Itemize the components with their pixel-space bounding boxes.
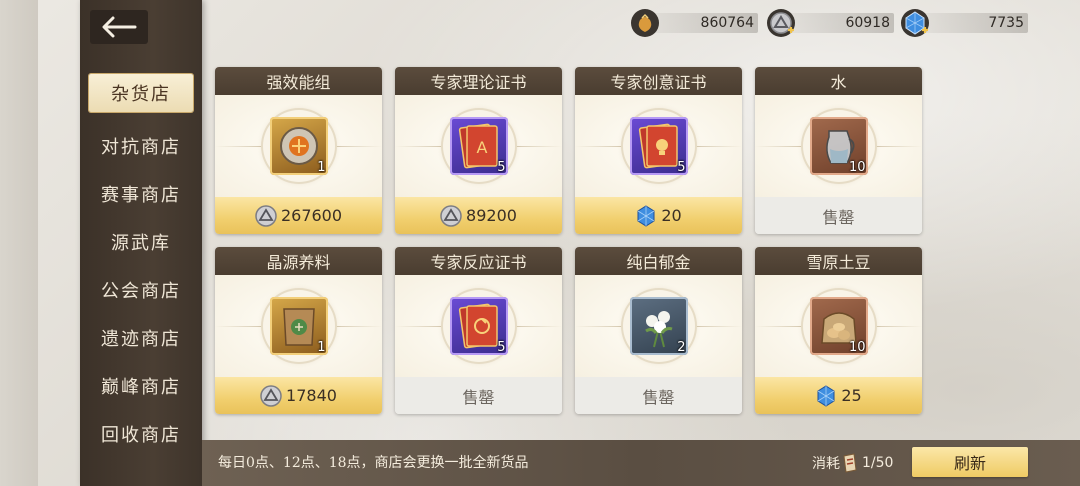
sold-out-tag: 售罄 [395,377,562,414]
currency-gold-value: 860764 [700,15,754,31]
shop-item-card[interactable]: 雪原土豆 10 25 [755,247,922,414]
item-name: 雪原土豆 [755,247,922,275]
item-name: 纯白郁金 [575,247,742,275]
back-button[interactable] [90,10,148,44]
item-name: 晶源养料 [215,247,382,275]
currency-crystal[interactable]: 7735 [901,9,1028,37]
price-tag: 267600 [215,197,382,234]
currency-silver[interactable]: 60918 [767,9,894,37]
potato-sack-icon: 10 [809,297,868,355]
item-price: 25 [841,386,862,405]
nav-item-peak[interactable]: 巅峰商店 [80,362,202,410]
nav-item-versus[interactable]: 对抗商店 [80,122,202,170]
refresh-button[interactable]: 刷新 [912,447,1028,477]
blue-crystal-icon [817,384,835,407]
energy-core-icon: 1 [269,117,328,175]
svg-text:A: A [476,138,487,157]
nav-item-ruins[interactable]: 遗迹商店 [80,314,202,362]
item-price: 17840 [286,386,337,405]
item-name: 强效能组 [215,67,382,95]
item-quantity: 5 [497,340,506,355]
sold-out-tag: 售罄 [755,197,922,234]
nav-item-armory[interactable]: 源武库 [80,218,202,266]
shop-nav: 杂货店 对抗商店 赛事商店 源武库 公会商店 遗迹商店 巅峰商店 回收商店 [80,74,202,458]
price-tag: 17840 [215,377,382,414]
nav-item-grocery[interactable]: 杂货店 [89,74,193,112]
item-quantity: 10 [848,160,866,175]
refresh-notice: 每日0点、12点、18点，商店会更换一批全新货品 [218,455,529,471]
item-name: 专家创意证书 [575,67,742,95]
item-name: 专家反应证书 [395,247,562,275]
item-quantity: 2 [677,340,686,355]
item-price: 89200 [466,206,517,225]
silver-coin-icon [260,384,282,407]
nav-item-recycle[interactable]: 回收商店 [80,410,202,458]
currency-gold: 860764 [631,9,758,37]
item-quantity: 10 [848,340,866,355]
nav-item-tournament[interactable]: 赛事商店 [80,170,202,218]
currency-silver-value: 60918 [845,15,890,31]
item-price: 20 [661,206,682,225]
item-quantity: 1 [317,160,326,175]
shop-item-card[interactable]: 专家反应证书 5 售罄 [395,247,562,414]
price-tag: 89200 [395,197,562,234]
sold-out-tag: 售罄 [575,377,742,414]
item-name: 水 [755,67,922,95]
nutrient-bag-icon: 1 [269,297,328,355]
price-tag: 25 [755,377,922,414]
water-jug-icon: 10 [809,117,868,175]
blue-crystal-icon [901,9,929,37]
creative-certificate-icon: 5 [629,117,688,175]
item-quantity: 1 [317,340,326,355]
consume-count: 1/50 [862,455,894,471]
left-edge-strip [0,0,38,486]
shop-item-card[interactable]: 晶源养料 1 17840 [215,247,382,414]
shop-item-card[interactable]: 强效能组 1 267600 [215,67,382,234]
nav-item-guild[interactable]: 公会商店 [80,266,202,314]
gold-pouch-icon [631,9,659,37]
silver-coin-icon [255,204,277,227]
refresh-cost: 消耗 1/50 [812,452,893,474]
shop-item-card[interactable]: 专家创意证书 5 20 [575,67,742,234]
currency-crystal-value: 7735 [988,15,1024,31]
item-name: 专家理论证书 [395,67,562,95]
theory-certificate-icon: A 5 [449,117,508,175]
shop-item-card[interactable]: 水 10 售罄 [755,67,922,234]
silver-coin-icon [440,204,462,227]
white-flower-icon: 2 [629,297,688,355]
item-quantity: 5 [497,160,506,175]
shop-item-card[interactable]: 纯白郁金 2 售罄 [575,247,742,414]
shop-item-card[interactable]: 专家理论证书 A 5 89200 [395,67,562,234]
consume-label: 消耗 [812,456,840,472]
refresh-token-icon [843,453,857,473]
reaction-certificate-icon: 5 [449,297,508,355]
item-quantity: 5 [677,160,686,175]
blue-crystal-icon [637,204,655,227]
silver-coin-icon [767,9,795,37]
price-tag: 20 [575,197,742,234]
back-arrow-icon [102,16,137,38]
item-price: 267600 [280,206,343,225]
